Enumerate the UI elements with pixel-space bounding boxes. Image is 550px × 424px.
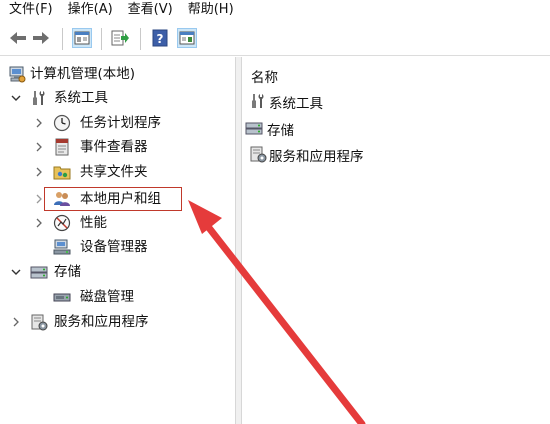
services-icon [31, 314, 48, 331]
system-tools-icon [33, 91, 45, 105]
system-tools-icon [252, 94, 264, 108]
column-header-name[interactable]: 名称 [251, 66, 278, 86]
menu-help[interactable]: 帮助(H) [179, 0, 240, 20]
chevron-down-icon[interactable] [10, 92, 22, 104]
tree-label: 磁盘管理 [80, 289, 134, 305]
chevron-right-icon[interactable] [33, 166, 45, 178]
list-item-system-tools[interactable]: 系统工具 [249, 90, 529, 112]
tree-item-root[interactable]: 计算机管理(本地) [0, 63, 236, 85]
tree-item-storage[interactable]: 存储 [0, 261, 236, 283]
event-viewer-icon [55, 138, 69, 156]
chevron-right-icon[interactable] [33, 141, 45, 153]
show-hide-action-pane-button[interactable] [177, 28, 197, 48]
computer-management-icon [9, 66, 26, 83]
back-icon [10, 32, 26, 44]
tree-label: 事件查看器 [80, 139, 148, 155]
forward-button[interactable] [31, 28, 51, 48]
show-hide-tree-button[interactable] [72, 28, 92, 48]
storage-icon [30, 266, 48, 279]
tree-item-device-manager[interactable]: 设备管理器 [0, 236, 236, 258]
services-icon [250, 146, 267, 163]
show-hide-tree-icon [74, 31, 90, 45]
list-item-label: 系统工具 [269, 96, 323, 112]
list-item-services-apps[interactable]: 服务和应用程序 [249, 143, 539, 165]
menu-action[interactable]: 操作(A) [59, 0, 119, 20]
toolbar-separator [140, 28, 141, 50]
tree-item-disk-management[interactable]: 磁盘管理 [0, 286, 236, 308]
tree-item-system-tools[interactable]: 系统工具 [0, 87, 236, 109]
list-item-storage[interactable]: 存储 [245, 117, 525, 139]
storage-icon [245, 122, 263, 135]
shared-folder-icon [53, 166, 71, 180]
toolbar-separator [62, 28, 63, 50]
tree-item-task-scheduler[interactable]: 任务计划程序 [0, 112, 236, 134]
device-manager-icon [53, 239, 71, 255]
performance-icon [53, 214, 71, 232]
toolbar: ? [0, 20, 550, 56]
disk-icon [53, 293, 71, 302]
chevron-right-icon[interactable] [33, 117, 45, 129]
tree-label: 存储 [54, 264, 81, 280]
back-button[interactable] [8, 28, 28, 48]
help-icon: ? [152, 29, 168, 47]
chevron-right-icon[interactable] [10, 316, 22, 328]
toolbar-separator [101, 28, 102, 50]
svg-text:?: ? [157, 32, 164, 46]
tree-label: 服务和应用程序 [54, 314, 149, 330]
tree-item-shared-folders[interactable]: 共享文件夹 [0, 161, 236, 183]
show-hide-action-pane-icon [179, 31, 195, 45]
chevron-right-icon[interactable] [33, 217, 45, 229]
highlight-box [44, 187, 182, 211]
tree-label: 计算机管理(本地) [30, 66, 136, 82]
clock-icon [53, 114, 71, 132]
export-list-icon [111, 30, 129, 46]
menu-bar: 文件(F) 操作(A) 查看(V) 帮助(H) [0, 0, 550, 20]
export-list-button[interactable] [110, 28, 130, 48]
menu-view[interactable]: 查看(V) [119, 0, 179, 20]
chevron-down-icon[interactable] [10, 266, 22, 278]
tree-item-services-apps[interactable]: 服务和应用程序 [0, 311, 236, 333]
tree-label: 任务计划程序 [80, 115, 161, 131]
result-list-pane: 名称 系统工具 存储 服务和应用程序 [243, 57, 550, 424]
menu-file[interactable]: 文件(F) [0, 0, 59, 20]
tree-label: 设备管理器 [80, 239, 148, 255]
pane-splitter[interactable] [236, 57, 242, 424]
tree-label: 共享文件夹 [80, 164, 148, 180]
help-button[interactable]: ? [150, 28, 170, 48]
list-item-label: 存储 [267, 123, 294, 139]
tree-label: 系统工具 [54, 90, 108, 106]
tree-item-event-viewer[interactable]: 事件查看器 [0, 136, 236, 158]
tree-item-performance[interactable]: 性能 [0, 212, 236, 234]
forward-icon [33, 32, 49, 44]
list-item-label: 服务和应用程序 [269, 149, 364, 165]
tree-label: 性能 [80, 215, 107, 231]
